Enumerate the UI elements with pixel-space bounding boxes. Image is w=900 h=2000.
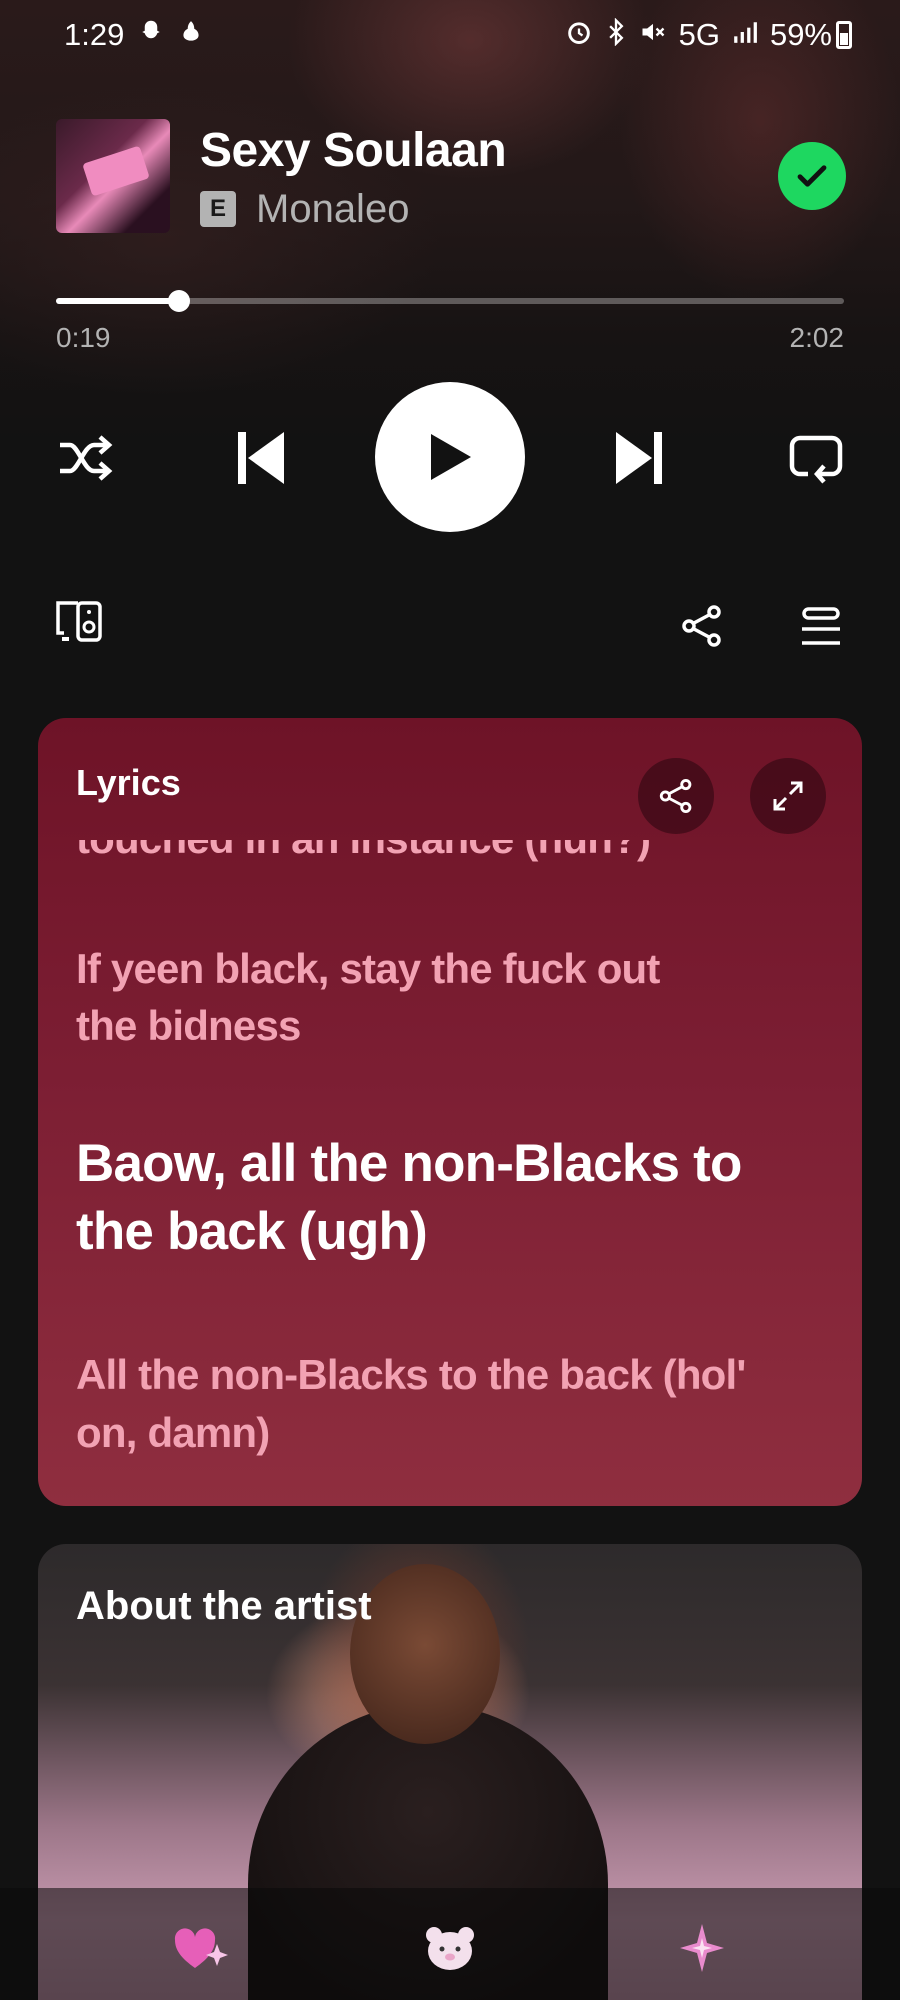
artist-photo-face <box>350 1564 500 1744</box>
track-title[interactable]: Sexy Soulaan <box>200 121 778 181</box>
play-button[interactable] <box>375 382 525 532</box>
repeat-icon <box>789 435 843 484</box>
queue-button[interactable] <box>800 606 842 648</box>
nav-heart-sparkle[interactable] <box>160 1908 240 1988</box>
check-icon <box>797 165 827 187</box>
track-info: Sexy Soulaan E Monaleo <box>200 121 778 232</box>
share-icon <box>682 605 721 647</box>
sparkle-icon <box>680 1924 724 1972</box>
notification-icon <box>178 17 204 54</box>
next-icon <box>616 432 662 484</box>
lyric-line-current[interactable]: Baow, all the non-Blacks to the back (ug… <box>76 1130 816 1266</box>
expand-icon <box>773 781 803 811</box>
repeat-button[interactable] <box>784 427 848 489</box>
lyrics-expand-button[interactable] <box>750 758 826 834</box>
connect-device-button[interactable] <box>52 600 104 644</box>
share-icon <box>659 779 692 813</box>
status-time: 1:29 <box>64 17 125 52</box>
next-button[interactable] <box>608 427 672 489</box>
saved-check-button[interactable] <box>778 142 846 210</box>
snapchat-icon <box>136 17 166 54</box>
artist-name[interactable]: Monaleo <box>256 187 409 232</box>
lyrics-share-button[interactable] <box>638 758 714 834</box>
lyrics-header: Lyrics <box>76 762 181 803</box>
artist-row: E Monaleo <box>200 187 778 232</box>
bear-icon <box>426 1927 474 1970</box>
queue-icon <box>802 607 840 645</box>
total-time: 2:02 <box>789 322 845 353</box>
connect-device-icon <box>56 601 102 642</box>
play-icon <box>431 434 471 480</box>
shuffle-icon <box>60 435 113 481</box>
network-label: 5G <box>678 17 720 52</box>
mute-icon <box>639 18 667 53</box>
bottom-nav <box>0 1888 900 2000</box>
previous-icon <box>238 432 284 484</box>
bluetooth-icon <box>605 17 627 53</box>
lyric-line-next[interactable]: All the non-Blacks to the back (hol' on,… <box>76 1346 816 1462</box>
share-button[interactable] <box>680 604 724 648</box>
progress-bar[interactable] <box>56 290 844 312</box>
playback-controls <box>0 382 900 534</box>
status-bar: 1:29 5G 59% <box>0 0 900 70</box>
shuffle-button[interactable] <box>54 427 118 489</box>
battery-icon <box>836 21 852 49</box>
explicit-badge: E <box>200 191 236 227</box>
progress-fill <box>56 298 179 304</box>
album-cover[interactable] <box>56 119 170 233</box>
alarm-icon <box>565 18 593 53</box>
battery-indicator: 59% <box>770 17 852 53</box>
signal-icon <box>732 19 758 52</box>
nav-bear[interactable] <box>410 1908 490 1988</box>
lyric-line-cut[interactable]: touched in an instance (huh?) <box>76 840 816 868</box>
progress-thumb[interactable] <box>167 290 190 312</box>
elapsed-time: 0:19 <box>56 322 111 353</box>
heart-sparkle-icon <box>174 1928 228 1968</box>
previous-button[interactable] <box>228 427 292 489</box>
about-artist-title: About the artist <box>76 1584 372 1628</box>
nav-sparkle[interactable] <box>662 1908 742 1988</box>
lyric-line-past[interactable]: If yeen black, stay the fuck out the bid… <box>76 940 676 1054</box>
lyrics-card[interactable]: Lyrics touched in an instance (huh?) If … <box>38 718 862 1506</box>
track-header: Sexy Soulaan E Monaleo <box>56 118 846 234</box>
battery-percent: 59% <box>769 17 832 52</box>
